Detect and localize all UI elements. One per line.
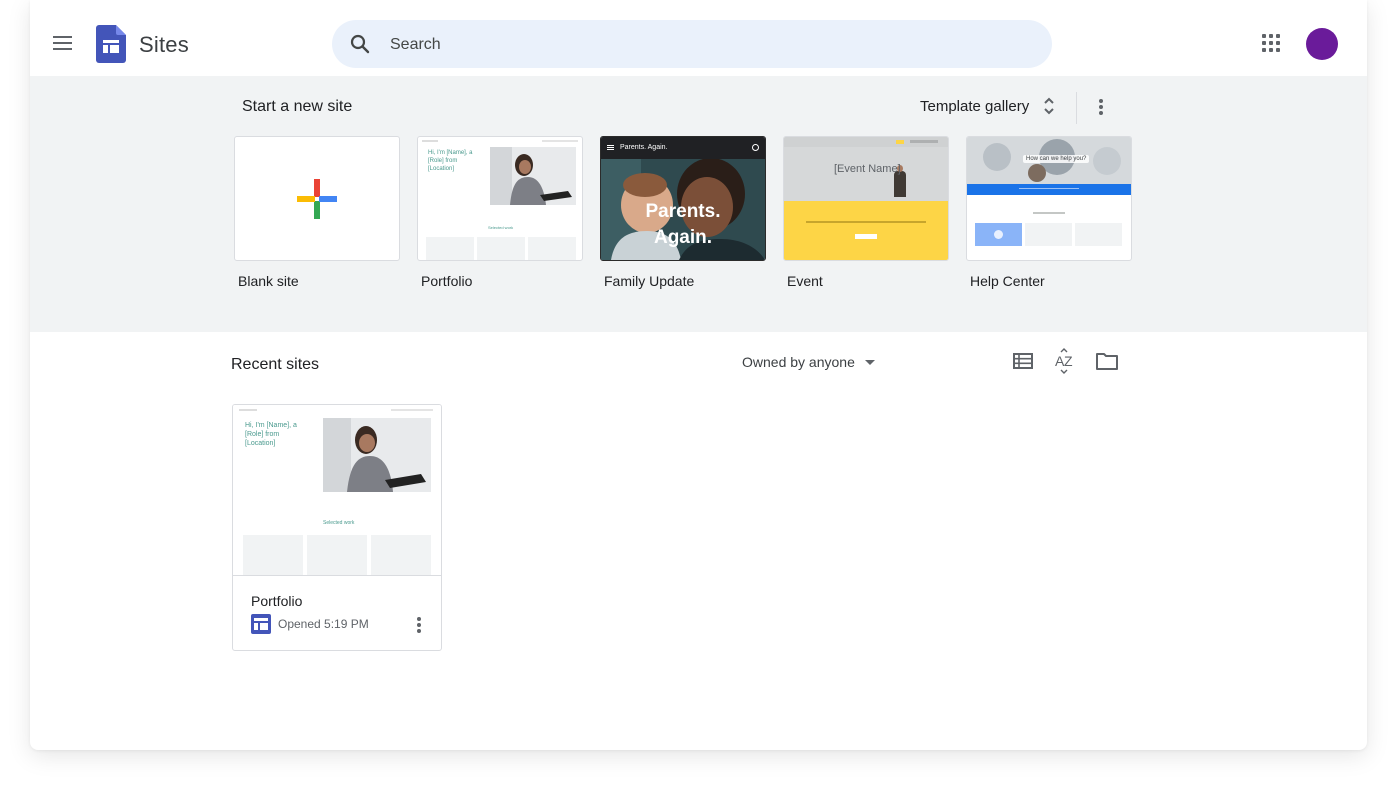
template-portfolio[interactable]: Hi, I'm [Name], a [Role] from [Location]…	[417, 136, 583, 289]
recent-sites-title: Recent sites	[231, 356, 320, 373]
recent-site-card[interactable]: Hi, I'm [Name], a [Role] from [Location]…	[232, 404, 442, 651]
thumb-overlay: Parents. Again.	[645, 201, 721, 248]
template-gallery-button[interactable]: Template gallery	[912, 91, 1065, 121]
avatar[interactable]	[1306, 28, 1338, 60]
more-vert-icon[interactable]	[1090, 92, 1110, 122]
thumb-header: Parents. Again.	[620, 144, 668, 151]
chevron-down-icon	[864, 359, 875, 365]
app-window: Sites Start a new site Template gallery	[30, 0, 1367, 750]
thumb-heading: How can we help you?	[1023, 155, 1090, 163]
template-help-center[interactable]: How can we help you? Help Center	[966, 136, 1132, 289]
toolbar-divider	[1076, 92, 1077, 124]
site-thumbnail: Hi, I'm [Name], a [Role] from [Location]…	[233, 405, 441, 576]
apps-grid-icon[interactable]	[1258, 30, 1286, 58]
template-section: Start a new site Template gallery Blank …	[30, 76, 1367, 332]
template-thumbnail: Hi, I'm [Name], a [Role] from [Location]…	[417, 136, 583, 261]
template-thumbnail: [Event Name]	[783, 136, 949, 261]
template-event[interactable]: [Event Name] Event	[783, 136, 949, 289]
plus-icon	[297, 179, 337, 219]
portrait-image	[323, 418, 431, 492]
template-label: Portfolio	[421, 273, 473, 289]
unfold-icon	[1044, 97, 1054, 115]
template-family-update[interactable]: Parents. Again. Parents. Again. Family U…	[600, 136, 766, 289]
template-label: Family Update	[604, 273, 695, 289]
template-blank-site[interactable]: Blank site	[234, 136, 400, 289]
thumb-caption: Selected work	[488, 225, 514, 230]
search-input[interactable]	[388, 20, 1032, 70]
folder-icon[interactable]	[1094, 348, 1120, 374]
site-opened-time: Opened 5:19 PM	[278, 617, 369, 631]
search-icon[interactable]	[348, 32, 372, 56]
sort-az-icon[interactable]: A Z	[1052, 348, 1078, 374]
thumb-heading: Hi, I'm [Name], a [Role] from [Location]	[428, 150, 473, 172]
site-name: Portfolio	[251, 593, 303, 609]
template-thumbnail	[234, 136, 400, 261]
template-label: Help Center	[970, 273, 1045, 289]
template-label: Event	[787, 273, 823, 289]
search-bar[interactable]	[332, 20, 1052, 70]
more-vert-icon[interactable]	[409, 613, 429, 637]
site-file-icon	[251, 614, 271, 634]
owner-filter-dropdown[interactable]: Owned by anyone	[742, 352, 875, 372]
svg-text:Z: Z	[1064, 353, 1073, 369]
template-gallery-label: Template gallery	[920, 97, 1030, 115]
list-view-icon[interactable]	[1010, 348, 1036, 374]
top-bar: Sites	[30, 0, 1367, 76]
thumb-heading: [Event Name]	[834, 163, 901, 175]
thumb-caption: Selected work	[323, 520, 355, 526]
template-thumbnail: How can we help you?	[966, 136, 1132, 261]
thumb-heading: Hi, I'm [Name], a [Role] from [Location]	[245, 422, 297, 447]
start-new-site-title: Start a new site	[242, 98, 353, 115]
owner-filter-label: Owned by anyone	[742, 354, 855, 370]
template-thumbnail: Parents. Again. Parents. Again.	[600, 136, 766, 261]
template-label: Blank site	[238, 273, 299, 289]
portrait-image	[490, 147, 576, 205]
menu-icon[interactable]	[48, 28, 78, 58]
sites-logo-icon[interactable]	[96, 25, 126, 63]
app-title[interactable]: Sites	[139, 32, 189, 58]
